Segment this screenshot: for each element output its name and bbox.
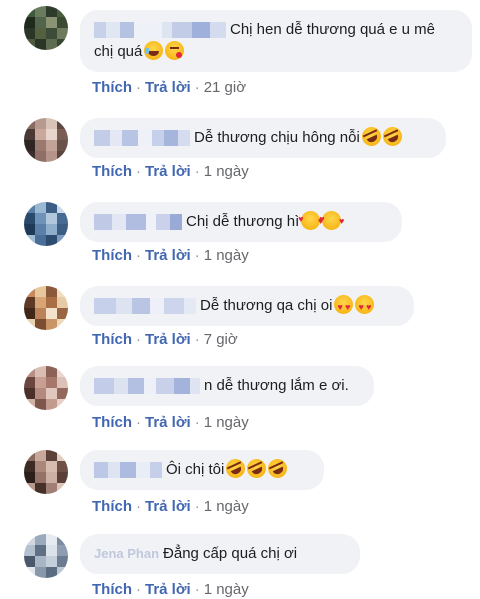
avatar[interactable]	[24, 286, 68, 330]
comment-text: n dễ thương lắm e ơi.	[204, 377, 349, 394]
avatar[interactable]	[24, 6, 68, 50]
comment-actions: Thích · Trả lời · 1 ngày	[92, 581, 249, 599]
like-link[interactable]: Thích	[92, 79, 132, 96]
reply-link[interactable]: Trả lời	[145, 163, 191, 180]
comment-bubble: Dễ thương chịu hông nỗi	[80, 118, 446, 158]
comment-bubble: Jena Phan Đẳng cấp quá chị ơi	[80, 534, 360, 574]
blurred-commenter-name[interactable]	[94, 214, 182, 231]
avatar[interactable]	[24, 450, 68, 494]
blurred-commenter-name[interactable]	[94, 22, 226, 39]
separator-dot: ·	[194, 247, 200, 264]
comment-timestamp[interactable]: 1 ngày	[204, 581, 249, 598]
like-link[interactable]: Thích	[92, 414, 132, 431]
separator-dot: ·	[194, 581, 200, 598]
separator-dot: ·	[194, 498, 200, 515]
like-link[interactable]: Thích	[92, 581, 132, 598]
reply-link[interactable]: Trả lời	[145, 581, 191, 598]
rofl-emoji-icon	[358, 123, 384, 150]
like-link[interactable]: Thích	[92, 331, 132, 348]
avatar[interactable]	[24, 118, 68, 162]
comment-timestamp[interactable]: 1 ngày	[204, 414, 249, 431]
like-link[interactable]: Thích	[92, 163, 132, 180]
comment-actions: Thích · Trả lời · 1 ngày	[92, 498, 249, 516]
comment-bubble: Dễ thương qa chị oi	[80, 286, 414, 326]
comment-text: Dễ thương qa chị oi	[200, 297, 333, 314]
comment-timestamp[interactable]: 1 ngày	[204, 163, 249, 180]
separator-dot: ·	[136, 414, 141, 431]
separator-dot: ·	[136, 581, 141, 598]
separator-dot: ·	[194, 79, 200, 96]
smiling-face-with-hearts-emoji-icon	[319, 208, 344, 232]
comment-timestamp[interactable]: 1 ngày	[204, 247, 249, 264]
comment-text: Chị dễ thương hì	[186, 213, 300, 230]
rofl-emoji-icon	[379, 123, 405, 150]
kiss-emoji-icon	[165, 41, 185, 60]
comment-bubble: Chị dễ thương hì	[80, 202, 402, 242]
rofl-emoji-icon	[244, 455, 270, 482]
comment-actions: Thích · Trả lời · 1 ngày	[92, 247, 249, 265]
reply-link[interactable]: Trả lời	[145, 79, 191, 96]
commenter-name[interactable]: Jena Phan	[94, 546, 159, 561]
separator-dot: ·	[136, 498, 141, 515]
like-link[interactable]: Thích	[92, 498, 132, 515]
comment-timestamp[interactable]: 21 giờ	[204, 79, 246, 96]
avatar[interactable]	[24, 366, 68, 410]
heart-eyes-emoji-icon	[355, 295, 375, 318]
comment-actions: Thích · Trả lời · 7 giờ	[92, 331, 238, 349]
separator-dot: ·	[136, 79, 141, 96]
avatar[interactable]	[24, 534, 68, 578]
comment-actions: Thích · Trả lời · 1 ngày	[92, 414, 249, 432]
heart-eyes-emoji-icon	[334, 295, 354, 318]
comment-text: Dễ thương chịu hông nỗi	[194, 129, 360, 146]
comment-text: Đẳng cấp quá chị ơi	[163, 545, 298, 562]
avatar[interactable]	[24, 202, 68, 246]
comment-text: Ôi chị tôi	[166, 461, 225, 478]
comment-timestamp[interactable]: 1 ngày	[204, 498, 249, 515]
separator-dot: ·	[194, 331, 200, 348]
comment-bubble: n dễ thương lắm e ơi.	[80, 366, 374, 406]
separator-dot: ·	[194, 163, 200, 180]
blurred-commenter-name[interactable]	[94, 462, 162, 479]
separator-dot: ·	[136, 163, 141, 180]
separator-dot: ·	[194, 414, 200, 431]
laughing-emoji-icon	[144, 41, 164, 60]
like-link[interactable]: Thích	[92, 247, 132, 264]
comment-timestamp[interactable]: 7 giờ	[204, 331, 238, 348]
separator-dot: ·	[136, 331, 141, 348]
reply-link[interactable]: Trả lời	[145, 414, 191, 431]
reply-link[interactable]: Trả lời	[145, 331, 191, 348]
blurred-commenter-name[interactable]	[94, 298, 196, 315]
reply-link[interactable]: Trả lời	[145, 247, 191, 264]
blurred-commenter-name[interactable]	[94, 130, 190, 147]
comment-bubble: Ôi chị tôi	[80, 450, 324, 490]
rofl-emoji-icon	[223, 455, 249, 482]
comment-bubble: Chị hen dễ thương quá e u mê chị quá	[80, 10, 472, 72]
comment-actions: Thích · Trả lời · 21 giờ	[92, 79, 246, 97]
blurred-commenter-name[interactable]	[94, 378, 200, 395]
reply-link[interactable]: Trả lời	[145, 498, 191, 515]
separator-dot: ·	[136, 247, 141, 264]
rofl-emoji-icon	[265, 455, 291, 482]
comment-actions: Thích · Trả lời · 1 ngày	[92, 163, 249, 181]
smiling-face-with-hearts-emoji-icon	[298, 208, 323, 232]
